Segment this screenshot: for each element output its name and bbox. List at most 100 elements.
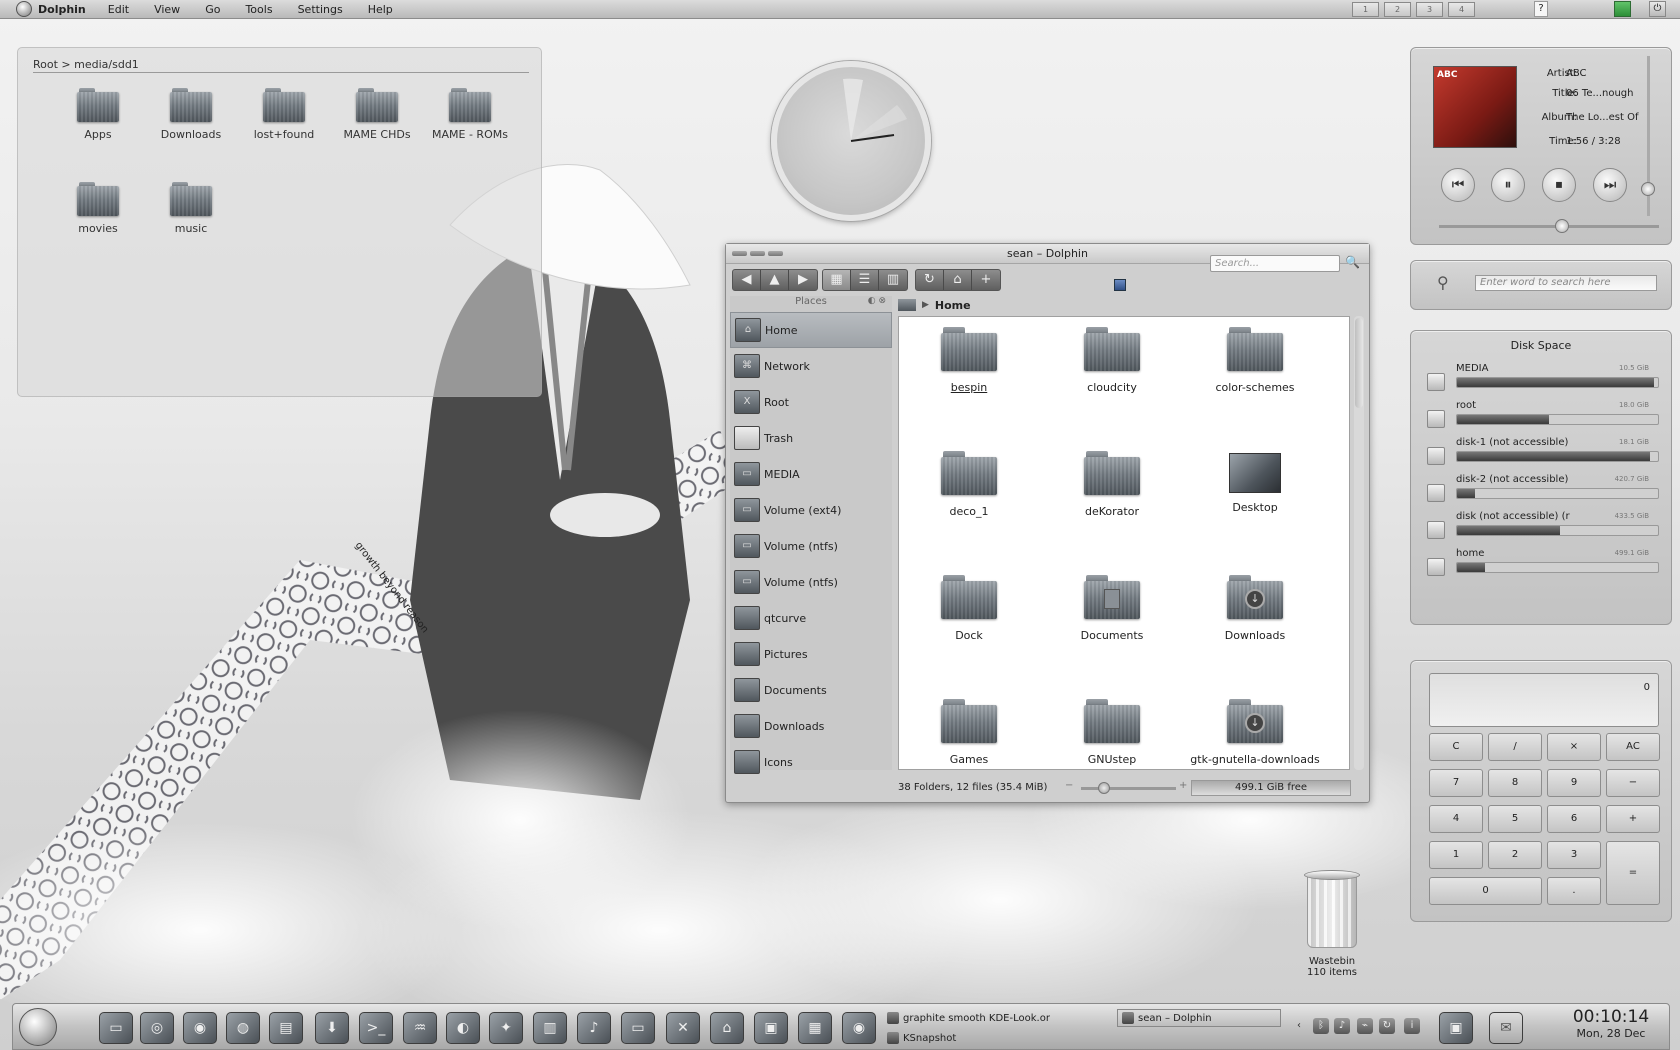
task-dolphin[interactable]: sean – Dolphin <box>1117 1009 1281 1027</box>
package-launcher-icon[interactable]: ▤ <box>269 1012 303 1044</box>
battery-icon[interactable] <box>1614 1 1631 17</box>
file-item[interactable]: deKorator <box>1042 451 1182 518</box>
file-view-scrollbar[interactable] <box>1354 316 1364 770</box>
place-root[interactable]: X Root <box>730 384 892 420</box>
window-menu-button[interactable] <box>732 251 747 256</box>
music-launcher-icon[interactable]: ♪ <box>577 1012 611 1044</box>
place-documents[interactable]: Documents <box>730 672 892 708</box>
desktop-folder-downloads[interactable]: Downloads <box>145 88 237 141</box>
bluetooth-icon[interactable]: ᛒ <box>1313 1018 1329 1034</box>
file-item[interactable]: GNUstep <box>1042 699 1182 766</box>
details-view-icon[interactable]: ☰ <box>851 270 879 290</box>
up-icon[interactable]: ▲ <box>761 270 789 290</box>
disk-row[interactable]: home 499.1 GiB <box>1419 548 1659 584</box>
volume-slider-handle[interactable] <box>1641 182 1655 196</box>
place-volume-ext4[interactable]: ▭ Volume (ext4) <box>730 492 892 528</box>
file-item[interactable]: cloudcity <box>1042 327 1182 394</box>
disk-row[interactable]: disk-2 (not accessible) 420.7 GiB <box>1419 474 1659 510</box>
calc-key-2[interactable]: 2 <box>1488 841 1542 869</box>
zoom-slider-handle[interactable] <box>1098 782 1110 794</box>
place-pictures[interactable]: Pictures <box>730 636 892 672</box>
columns-view-icon[interactable]: ▥ <box>879 270 907 290</box>
breadcrumb-arrow-icon[interactable]: ▶ <box>922 300 929 310</box>
help-icon[interactable]: ? <box>1534 1 1548 17</box>
desktop-folder-mame-roms[interactable]: MAME - ROMs <box>424 88 516 141</box>
app-name[interactable]: Dolphin <box>38 3 86 16</box>
desktop-folder-music[interactable]: music <box>145 182 237 235</box>
disk-row[interactable]: disk (not accessible) (r 433.5 GiB <box>1419 511 1659 547</box>
desktop-folder-apps[interactable]: Apps <box>52 88 144 141</box>
tray-arrow-icon[interactable]: ‹ <box>1291 1018 1307 1034</box>
mail-icon[interactable]: ✉ <box>1489 1012 1523 1044</box>
next-track-button[interactable]: ⏭ <box>1593 168 1627 202</box>
calc-key-clear[interactable]: C <box>1429 733 1483 761</box>
zoom-slider[interactable] <box>1081 787 1176 790</box>
file-item[interactable]: Dock <box>899 575 1039 642</box>
calc-key-divide[interactable]: / <box>1488 733 1542 761</box>
place-downloads[interactable]: Downloads <box>730 708 892 744</box>
calc-key-3[interactable]: 3 <box>1547 841 1601 869</box>
home-icon[interactable]: ⌂ <box>944 270 972 290</box>
panel-close-icon[interactable]: ◐ ⊗ <box>868 296 886 306</box>
file-item[interactable]: Desktop <box>1185 451 1325 514</box>
film-launcher-icon[interactable]: ▦ <box>798 1012 832 1044</box>
task-ksnapshot[interactable]: KSnapshot <box>887 1029 956 1047</box>
monitor-launcher-icon[interactable]: ▭ <box>621 1012 655 1044</box>
binoculars-icon[interactable]: 🔍 <box>1345 255 1360 269</box>
place-home[interactable]: ⌂ Home <box>730 312 892 348</box>
task-kde-look[interactable]: graphite smooth KDE-Look.or <box>887 1009 1050 1027</box>
volume-icon[interactable]: ♪ <box>1334 1018 1350 1034</box>
files-launcher-icon[interactable]: ▥ <box>533 1012 567 1044</box>
place-qtcurve[interactable]: qtcurve <box>730 600 892 636</box>
tools-launcher-icon[interactable]: ✕ <box>666 1012 700 1044</box>
menu-help[interactable]: Help <box>368 3 393 16</box>
disk-row[interactable]: disk-1 (not accessible) 18.1 GiB <box>1419 437 1659 473</box>
scrollbar-thumb[interactable] <box>1355 318 1363 408</box>
seek-slider-handle[interactable] <box>1554 219 1569 233</box>
calc-key-equals[interactable]: = <box>1606 841 1660 905</box>
file-item[interactable]: deco_1 <box>899 451 1039 518</box>
file-item[interactable]: bespin <box>899 327 1039 394</box>
wastebin[interactable]: Wastebin 110 items <box>1296 870 1368 978</box>
pager-desktop-1[interactable]: 1 <box>1352 2 1379 17</box>
menu-view[interactable]: View <box>154 3 180 16</box>
download-launcher-icon[interactable]: ⬇ <box>315 1012 349 1044</box>
desktop-folder-lost-found[interactable]: lost+found <box>238 88 330 141</box>
place-media[interactable]: ▭ MEDIA <box>730 456 892 492</box>
menu-settings[interactable]: Settings <box>298 3 343 16</box>
pager-desktop-3[interactable]: 3 <box>1416 2 1443 17</box>
place-trash[interactable]: Trash <box>730 420 892 456</box>
calc-key-8[interactable]: 8 <box>1488 769 1542 797</box>
device-notifier-icon[interactable]: ▣ <box>1439 1012 1473 1044</box>
calc-key-0[interactable]: 0 <box>1429 877 1542 905</box>
back-icon[interactable]: ◀ <box>733 270 761 290</box>
disk-row[interactable]: MEDIA 10.5 GiB <box>1419 363 1659 399</box>
konqueror-launcher-icon[interactable]: ◎ <box>140 1012 174 1044</box>
seek-slider[interactable] <box>1439 225 1659 228</box>
calc-key-4[interactable]: 4 <box>1429 805 1483 833</box>
application-launcher-icon[interactable] <box>19 1008 57 1046</box>
calc-key-minus[interactable]: − <box>1606 769 1660 797</box>
place-network[interactable]: ⌘ Network <box>730 348 892 384</box>
calc-key-multiply[interactable]: × <box>1547 733 1601 761</box>
calc-key-7[interactable]: 7 <box>1429 769 1483 797</box>
analog-clock[interactable] <box>771 61 931 221</box>
file-item[interactable]: color-schemes <box>1185 327 1325 394</box>
desktop-folder-movies[interactable]: movies <box>52 182 144 235</box>
calc-key-9[interactable]: 9 <box>1547 769 1601 797</box>
menu-go[interactable]: Go <box>205 3 220 16</box>
pager-desktop-2[interactable]: 2 <box>1384 2 1411 17</box>
split-view-icon[interactable] <box>1114 279 1126 291</box>
power-icon[interactable]: ⏻ <box>1649 1 1666 17</box>
menu-edit[interactable]: Edit <box>108 3 129 16</box>
desktop-folder-mame-chds[interactable]: MAME CHDs <box>331 88 423 141</box>
disk-row[interactable]: root 18.0 GiB <box>1419 400 1659 436</box>
info-icon[interactable]: i <box>1404 1018 1420 1034</box>
computer-launcher-icon[interactable]: ▣ <box>754 1012 788 1044</box>
calc-key-plus[interactable]: + <box>1606 805 1660 833</box>
dolphin-launcher-icon[interactable]: ♒ <box>403 1012 437 1044</box>
calc-key-all-clear[interactable]: AC <box>1606 733 1660 761</box>
wolf-launcher-icon[interactable]: ◐ <box>446 1012 480 1044</box>
window-close-button[interactable] <box>768 251 783 256</box>
desktop-launcher-icon[interactable]: ▭ <box>99 1012 133 1044</box>
